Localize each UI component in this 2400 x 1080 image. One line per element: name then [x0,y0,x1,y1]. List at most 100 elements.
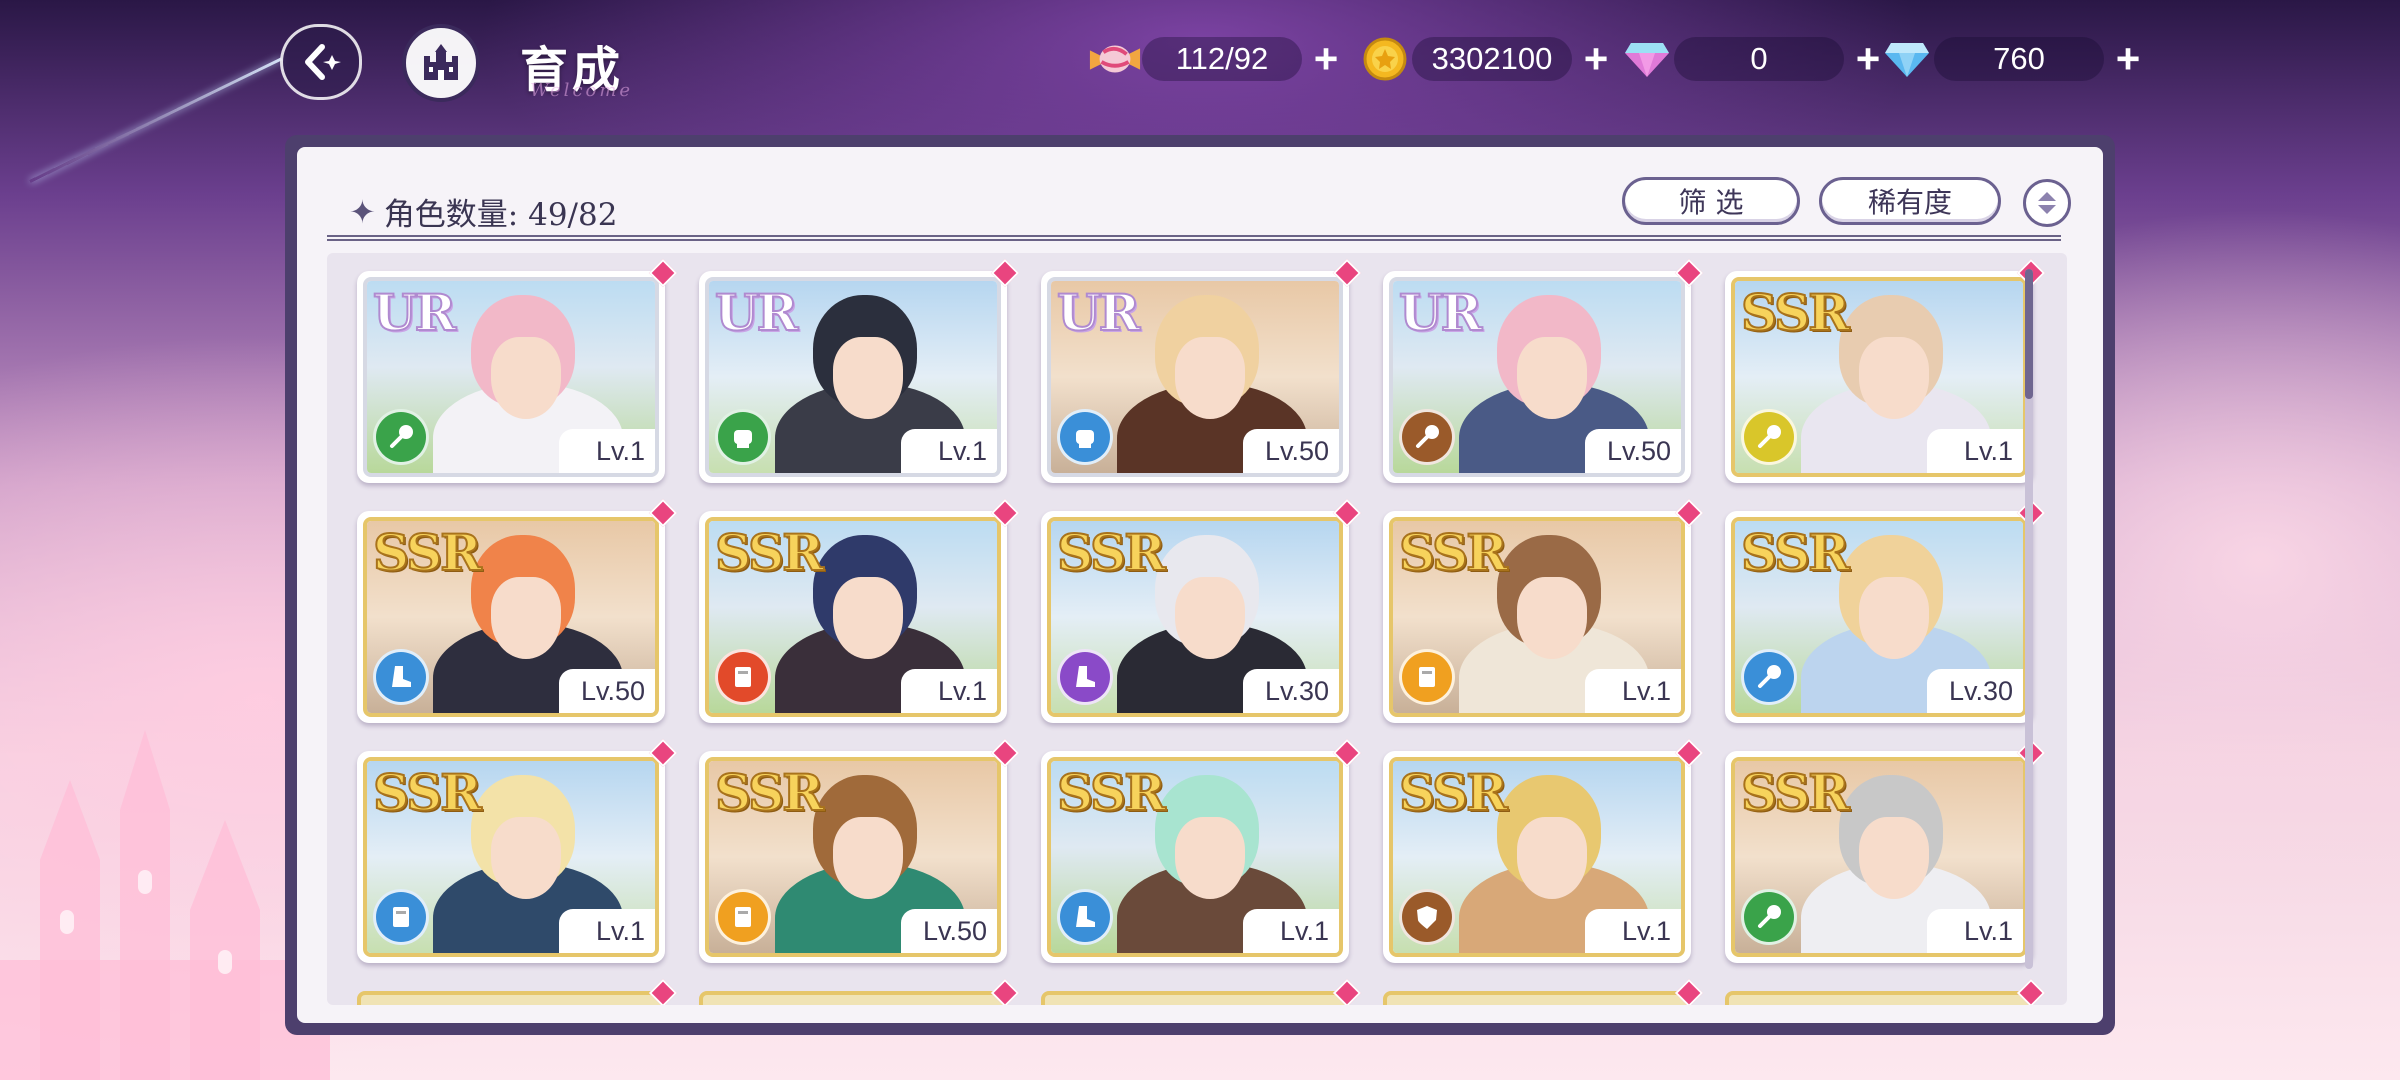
rarity-badge: UR [714,282,799,343]
resource-candy: 112/92 + [1088,34,1346,84]
castle-silhouette-decoration [0,730,330,1080]
gold-value: 3302100 [1412,37,1572,81]
character-card[interactable]: UR Lv.1 [699,258,1020,483]
shield-attribute-icon [1399,889,1455,945]
character-card[interactable]: SSR Lv.1 [1383,498,1704,723]
character-portrait: SSR Lv.1 [1389,757,1685,957]
character-card[interactable]: UR Lv.1 [357,258,678,483]
lance-attribute-icon [1741,889,1797,945]
character-portrait [699,991,1007,1005]
character-portrait: SSR Lv.1 [363,757,659,957]
character-portrait: SSR Lv.1 [1731,757,2027,957]
character-face [1175,337,1245,419]
back-arrow-icon [305,44,341,80]
character-card-partial[interactable] [357,978,678,1005]
character-card[interactable]: SSR Lv.1 [1383,738,1704,963]
character-portrait: UR Lv.1 [705,277,1001,477]
character-level: Lv.50 [559,669,655,713]
character-portrait: SSR Lv.30 [1047,517,1343,717]
back-button[interactable] [280,24,362,100]
candy-value: 112/92 [1142,37,1302,81]
lance-attribute-icon [1741,409,1797,465]
rarity-badge: SSR [1056,762,1167,823]
rarity-badge: SSR [1740,522,1851,583]
character-face [491,337,561,419]
character-card[interactable]: SSR Lv.1 [699,498,1020,723]
character-face [1175,817,1245,899]
book-attribute-icon [715,889,771,945]
filter-button[interactable]: 筛 选 [1622,177,1800,225]
character-card[interactable]: SSR Lv.1 [1725,738,2046,963]
book-attribute-icon [715,649,771,705]
add-blue-diamond-button[interactable]: + [2108,38,2148,80]
rarity-badge: UR [1056,282,1141,343]
rarity-badge: SSR [1056,522,1167,583]
character-level: Lv.1 [901,669,997,713]
character-card[interactable]: SSR Lv.30 [1725,498,2046,723]
character-card[interactable]: SSR Lv.50 [699,738,1020,963]
character-card[interactable]: SSR Lv.30 [1041,498,1362,723]
character-count-text: 角色数量: 49/82 [383,197,618,233]
boot-attribute-icon [1057,889,1113,945]
title-decoration-text: Welcome [530,80,634,101]
boot-attribute-icon [373,649,429,705]
rarity-badge: SSR [1398,762,1509,823]
grid-scrollbar[interactable] [2025,269,2033,969]
character-portrait: SSR Lv.50 [363,517,659,717]
lance-attribute-icon [1741,649,1797,705]
character-card[interactable]: UR Lv.50 [1383,258,1704,483]
character-card-partial[interactable] [699,978,1020,1005]
character-level: Lv.1 [559,429,655,473]
header-divider [327,235,2061,241]
character-level: Lv.50 [1585,429,1681,473]
rarity-badge: SSR [1398,522,1509,583]
sort-up-icon [2038,192,2056,201]
rarity-badge: SSR [714,522,825,583]
character-face [833,337,903,419]
character-level: Lv.1 [1243,909,1339,953]
character-card[interactable]: SSR Lv.1 [1725,258,2046,483]
character-face [1517,577,1587,659]
character-face [1859,337,1929,419]
fist-attribute-icon [1057,409,1113,465]
character-level: Lv.50 [1243,429,1339,473]
character-card-partial[interactable] [1725,978,2046,1005]
add-gold-button[interactable]: + [1576,38,1616,80]
character-card-partial[interactable] [1041,978,1362,1005]
character-portrait: UR Lv.50 [1389,277,1685,477]
character-portrait: SSR Lv.1 [705,517,1001,717]
character-card-partial[interactable] [1383,978,1704,1005]
castle-home-icon [424,44,458,80]
pink-diamond-icon [1620,32,1674,86]
character-portrait: UR Lv.50 [1047,277,1343,477]
top-bar: 育成 Welcome 112/92 + 3302100 + 0 + 760 + [0,0,2400,120]
character-level: Lv.1 [1927,909,2023,953]
home-button[interactable] [402,24,480,102]
resource-pink-diamond: 0 + [1620,34,1888,84]
add-candy-button[interactable]: + [1306,38,1346,80]
book-attribute-icon [1399,649,1455,705]
character-face [1859,577,1929,659]
character-card[interactable]: SSR Lv.1 [1041,738,1362,963]
rarity-sort-button[interactable]: 稀有度 [1819,177,2001,225]
character-card[interactable]: SSR Lv.1 [357,738,678,963]
rarity-badge: SSR [1740,762,1851,823]
character-level: Lv.1 [901,429,997,473]
character-face [491,577,561,659]
rarity-badge: SSR [1740,282,1851,343]
sparkle-icon: ✦ [349,192,376,231]
gold-coin-icon [1358,32,1412,86]
blue-diamond-icon [1880,32,1934,86]
character-level: Lv.30 [1927,669,2023,713]
character-portrait: UR Lv.1 [363,277,659,477]
lance-attribute-icon [1399,409,1455,465]
character-grid[interactable]: UR Lv.1 UR Lv.1 UR Lv.50 UR Lv.50 SSR Lv… [327,253,2067,1005]
grid-scrollbar-thumb[interactable] [2025,269,2033,399]
sort-order-toggle[interactable] [2023,179,2071,227]
character-face [833,577,903,659]
character-level: Lv.50 [901,909,997,953]
character-card[interactable]: SSR Lv.50 [357,498,678,723]
character-card[interactable]: UR Lv.50 [1041,258,1362,483]
character-face [833,817,903,899]
character-portrait: SSR Lv.50 [705,757,1001,957]
